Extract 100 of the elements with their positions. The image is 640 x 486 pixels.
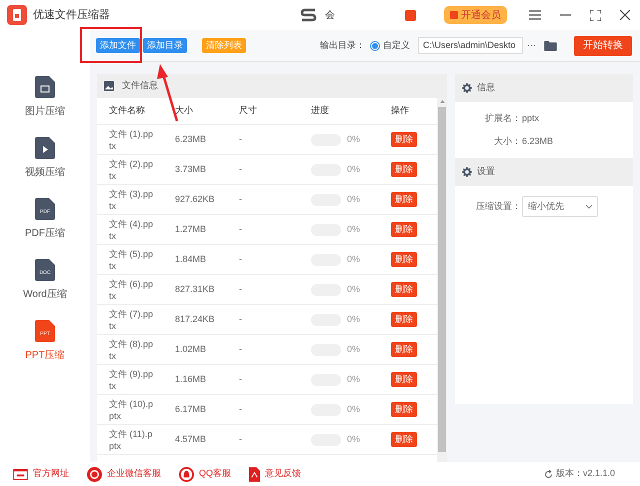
toolbar-button[interactable]: 清除列表 — [202, 38, 246, 53]
image-icon — [104, 81, 114, 91]
compression-select[interactable]: 缩小优先 — [522, 196, 598, 217]
dimension-cell-text: - — [239, 402, 243, 416]
minimize-icon[interactable] — [560, 14, 571, 16]
file-name: 文件 (11).pptx — [109, 428, 153, 452]
file-name: 文件 (8).pptx — [109, 338, 153, 362]
progress-text: 0% — [347, 132, 360, 146]
sidebar-item[interactable]: 图片压缩 — [10, 76, 80, 119]
window-title: 优速文件压缩器 — [33, 8, 110, 23]
delete-button[interactable]: 删除 — [391, 252, 417, 267]
panel-title: 信息 — [477, 81, 495, 94]
size-cell-text: 1.16MB — [175, 372, 208, 386]
footer-link[interactable]: 意见反馈 — [249, 466, 302, 482]
fullscreen-icon[interactable] — [590, 10, 601, 20]
size-cell-text: 817.24KB — [175, 312, 216, 326]
progress-text: 0% — [347, 402, 360, 416]
size-cell-text: 927.62KB — [175, 192, 216, 206]
user-name: 会 — [325, 8, 336, 22]
column-header: 大小 — [175, 104, 194, 118]
footer-link[interactable]: 官方网址 — [13, 467, 69, 481]
progress-text: 0% — [347, 342, 360, 356]
delete-button[interactable]: 删除 — [391, 282, 417, 297]
close-icon[interactable] — [620, 10, 630, 20]
progress-text: 0% — [347, 222, 360, 236]
field-label: 扩展名： — [484, 112, 521, 125]
gear-icon — [462, 83, 472, 93]
progress-text: 0% — [347, 252, 360, 266]
bell-icon — [179, 466, 194, 482]
badge-icon — [405, 10, 416, 20]
toolbar-button[interactable]: 添加目录 — [143, 38, 187, 53]
column-header: 进度 — [311, 104, 330, 118]
size-cell-text: 827.31KB — [175, 282, 216, 296]
field-value: 6.23MB — [522, 134, 554, 148]
s-logo-icon — [301, 8, 317, 22]
column-header: 文件名称 — [108, 104, 146, 118]
file-name: 文件 (1).pptx — [109, 128, 153, 152]
radio-label: 自定义 — [383, 38, 410, 52]
file-name: 文件 (4).pptx — [109, 218, 153, 242]
size-cell-text: 1.02MB — [175, 342, 208, 356]
scrollbar[interactable] — [437, 98, 447, 462]
radio-button[interactable] — [370, 40, 380, 50]
dimension-cell-text: - — [239, 252, 243, 266]
dimension-cell-text: - — [239, 432, 243, 446]
sidebar-label: Word压缩 — [23, 288, 67, 302]
dimension-cell-text: - — [239, 162, 243, 176]
delete-button[interactable]: 删除 — [391, 432, 417, 447]
size-cell-text: 1.84MB — [175, 252, 208, 266]
size-cell-text: 1.27MB — [175, 222, 208, 236]
image-file-icon — [35, 76, 55, 98]
sidebar-item[interactable]: 视频压缩 — [10, 137, 80, 180]
delete-button[interactable]: 删除 — [391, 222, 417, 237]
delete-button[interactable]: 删除 — [391, 192, 417, 207]
sidebar-label: 视频压缩 — [25, 166, 65, 180]
chevron-icon — [586, 204, 592, 208]
file-name: 文件 (7).pptx — [109, 308, 153, 332]
sidebar-label: 图片压缩 — [25, 104, 65, 119]
delete-button[interactable]: 删除 — [391, 132, 417, 147]
file-name: 文件 (9).pptx — [109, 368, 153, 392]
web-icon — [13, 468, 28, 480]
path-field[interactable]: C:\Users\admin\Deskto — [418, 37, 523, 54]
gear-icon — [462, 167, 472, 177]
panel-title: 设置 — [477, 165, 495, 178]
menu-icon[interactable] — [529, 10, 541, 20]
dimension-cell-text: - — [239, 342, 243, 356]
dimension-cell-text: - — [239, 222, 243, 236]
sidebar-label: PPT压缩 — [25, 348, 65, 363]
delete-button[interactable]: 删除 — [391, 372, 417, 387]
start-button[interactable]: 开始转换 — [574, 36, 632, 56]
file-name: 文件 (5).pptx — [109, 248, 153, 272]
column-header: 操作 — [391, 104, 409, 118]
footer-link[interactable]: QQ客服 — [179, 466, 232, 482]
delete-button[interactable]: 删除 — [391, 402, 417, 417]
size-cell-text: 3.73MB — [175, 162, 208, 176]
progress-text: 0% — [347, 432, 360, 446]
dimension-cell-text: - — [239, 282, 243, 296]
highlight-frame — [80, 27, 142, 63]
chat-icon — [87, 466, 102, 482]
toolbar-button[interactable]: 添加文件 — [96, 38, 140, 53]
file-name: 文件 (6).pptx — [109, 278, 153, 302]
footer-link[interactable]: 企业微信客服 — [87, 466, 161, 482]
progress-text: 0% — [347, 282, 360, 296]
delete-button[interactable]: 删除 — [391, 312, 417, 327]
output-label: 输出目录： — [320, 38, 365, 52]
dimension-cell-text: - — [239, 192, 243, 206]
folder-icon[interactable] — [544, 40, 557, 50]
document-icon — [249, 466, 260, 482]
delete-button[interactable]: 删除 — [391, 342, 417, 357]
more-button[interactable]: ··· — [527, 38, 536, 52]
dimension-cell-text: - — [239, 132, 243, 146]
sidebar-label: PDF压缩 — [25, 226, 65, 241]
video-file-icon — [35, 137, 55, 159]
column-header: 尺寸 — [239, 104, 258, 118]
file-name: 文件 (2).pptx — [109, 158, 153, 182]
vip-button[interactable]: 开通会员 — [444, 6, 507, 24]
progress-text: 0% — [347, 372, 360, 386]
delete-button[interactable]: 删除 — [391, 162, 417, 177]
size-cell-text: 6.17MB — [175, 402, 208, 416]
size-cell-text: 6.23MB — [175, 132, 208, 146]
file-name: 文件 (3).pptx — [109, 188, 153, 212]
